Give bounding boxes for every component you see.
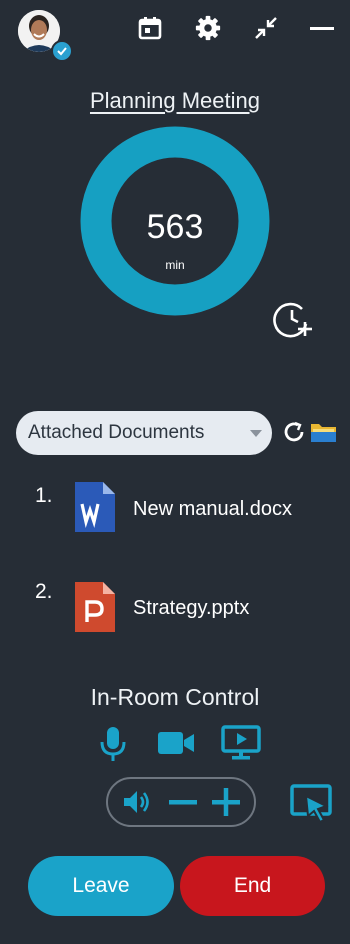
document-number: 1.: [35, 484, 53, 507]
verified-badge-icon: [51, 40, 73, 62]
plus-icon[interactable]: [211, 787, 241, 817]
document-name[interactable]: New manual.docx: [133, 498, 292, 521]
powerpoint-icon[interactable]: [75, 582, 115, 632]
gear-icon[interactable]: [194, 14, 222, 42]
collapse-icon[interactable]: [252, 14, 280, 42]
calendar-icon[interactable]: [136, 14, 164, 42]
folder-icon[interactable]: [310, 420, 338, 444]
microphone-icon[interactable]: [98, 725, 128, 763]
document-name[interactable]: Strategy.pptx: [133, 597, 249, 620]
documents-dropdown[interactable]: Attached Documents: [16, 411, 272, 455]
minimize-icon[interactable]: [308, 14, 336, 42]
chevron-down-icon: [250, 430, 262, 437]
volume-icon[interactable]: [122, 789, 152, 815]
screen-share-icon[interactable]: [290, 782, 336, 826]
meeting-title[interactable]: Planning Meeting: [0, 88, 350, 114]
document-number: 2.: [35, 580, 53, 603]
end-button[interactable]: End: [180, 856, 325, 916]
refresh-icon[interactable]: [282, 420, 306, 444]
remaining-time-value: 563: [146, 208, 204, 246]
present-icon[interactable]: [221, 725, 261, 761]
minus-icon[interactable]: [168, 787, 198, 817]
camera-icon[interactable]: [157, 730, 195, 756]
remaining-time-unit: min: [165, 258, 185, 272]
add-time-icon[interactable]: [272, 298, 314, 340]
in-room-control-title: In-Room Control: [90, 684, 260, 710]
word-doc-icon[interactable]: [75, 482, 115, 532]
documents-dropdown-value: Attached Documents: [28, 422, 205, 443]
leave-button[interactable]: Leave: [28, 856, 174, 916]
